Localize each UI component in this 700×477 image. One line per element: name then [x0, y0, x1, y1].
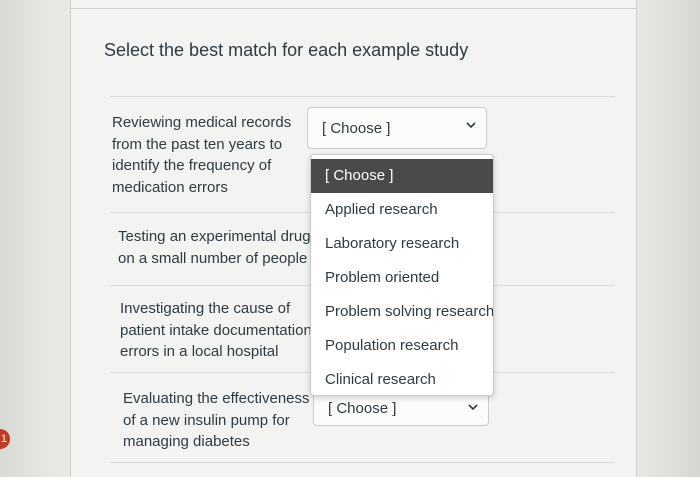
- option-problem-solving-research[interactable]: Problem solving research: [311, 295, 493, 329]
- prompt-line: patient intake documentation: [120, 321, 312, 339]
- prompt-line: Reviewing medical records: [112, 114, 292, 131]
- select-dropdown-list: [ Choose ] Applied research Laboratory r…: [310, 154, 494, 396]
- prompt-line: of a new insulin pump for: [123, 411, 290, 429]
- question-1-select[interactable]: [ Choose ]: [307, 107, 487, 149]
- question-title: Select the best match for each example s…: [104, 40, 469, 60]
- question-3-prompt: Investigating the cause of patient intak…: [120, 298, 312, 363]
- prompt-line: identify the frequency of: [112, 157, 272, 174]
- option-population-research[interactable]: Population research: [311, 329, 493, 363]
- prompt-line: managing diabetes: [123, 433, 250, 450]
- option-laboratory-research[interactable]: Laboratory research: [311, 227, 493, 261]
- question-2-prompt: Testing an experimental drug on a small …: [118, 226, 311, 269]
- prompt-line: Evaluating the effectiveness: [123, 390, 310, 407]
- option-clinical-research[interactable]: Clinical research: [311, 363, 493, 395]
- notification-badge[interactable]: 1: [0, 429, 10, 449]
- option-choose[interactable]: [ Choose ]: [311, 159, 493, 193]
- prompt-line: medication errors: [112, 178, 228, 196]
- prompt-line: on a small number of people: [118, 249, 308, 267]
- prompt-line: Investigating the cause of: [120, 300, 291, 317]
- option-problem-oriented[interactable]: Problem oriented: [311, 261, 493, 295]
- question-1-prompt: Reviewing medical records from the past …: [112, 112, 291, 198]
- select-value: [ Choose ]: [328, 400, 397, 417]
- chevron-down-icon: [468, 404, 478, 411]
- top-divider: [70, 8, 636, 9]
- row-divider: [110, 462, 615, 463]
- prompt-line: errors in a local hospital: [120, 343, 279, 360]
- option-applied-research[interactable]: Applied research: [311, 193, 493, 227]
- select-value: [ Choose ]: [322, 120, 391, 137]
- prompt-line: from the past ten years to: [112, 135, 283, 153]
- question-4-prompt: Evaluating the effectiveness of a new in…: [123, 388, 310, 453]
- prompt-line: Testing an experimental drug: [118, 228, 311, 245]
- chevron-down-icon: [466, 122, 476, 129]
- row-divider: [110, 96, 615, 97]
